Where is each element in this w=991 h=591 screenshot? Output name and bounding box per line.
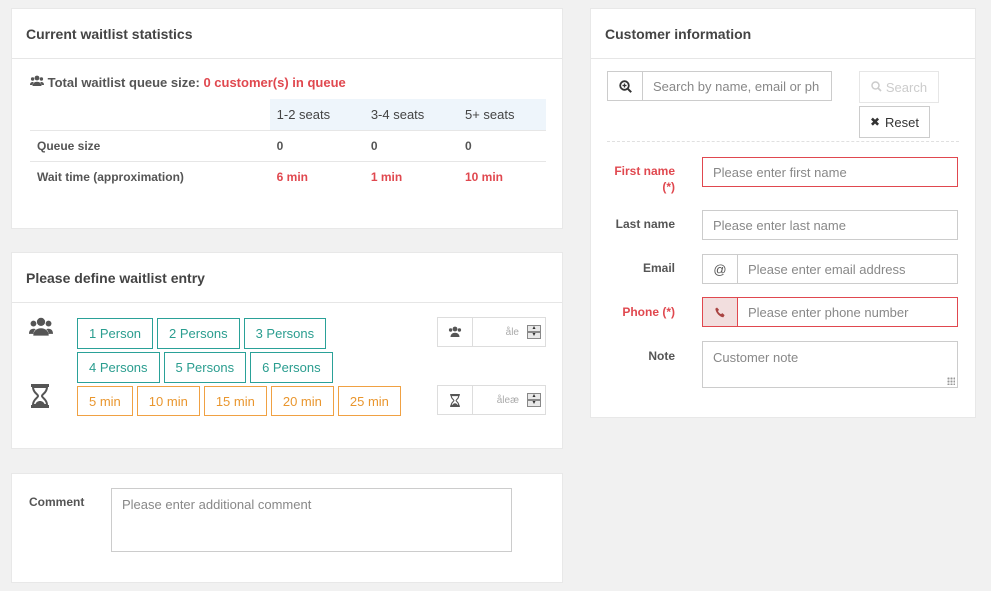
search-button-label: Search <box>885 79 928 95</box>
cell: 6 min <box>269 160 364 192</box>
first-name-input[interactable] <box>703 158 957 186</box>
wait-time-row: 5 min 10 min 15 min 20 min 25 min <box>77 386 401 416</box>
total-queue-line: Total waitlist queue size: 0 customer(s)… <box>30 75 346 90</box>
close-icon: ✖ <box>869 115 881 129</box>
spinner-arrows[interactable]: ▴ ▾ <box>527 386 545 414</box>
row-label: Queue size <box>30 129 270 161</box>
phone-icon <box>703 298 738 326</box>
search-button[interactable]: Search <box>859 71 939 103</box>
first-name-field <box>702 157 958 187</box>
party-size-option[interactable]: 1 Person <box>77 318 154 349</box>
email-label: Email <box>642 261 675 275</box>
col-header: 5+ seats <box>457 99 546 130</box>
party-size-spinner[interactable]: åle ▴ ▾ <box>437 317 546 347</box>
party-size-option[interactable]: 6 Persons <box>250 352 333 383</box>
last-name-field <box>702 210 958 240</box>
email-input[interactable] <box>738 255 957 283</box>
hourglass-icon <box>438 386 473 414</box>
col-header: 3-4 seats <box>363 99 458 130</box>
customer-info-panel: Customer information Search ✖ Reset Firs… <box>590 8 976 418</box>
wait-time-option[interactable]: 20 min <box>270 386 334 416</box>
comment-panel: Comment <box>11 473 563 583</box>
phone-label: Phone (*) <box>622 305 675 319</box>
reset-button[interactable]: ✖ Reset <box>859 106 930 138</box>
party-size-option[interactable]: 3 Persons <box>243 318 327 349</box>
users-icon <box>30 75 48 90</box>
search-icon <box>871 80 882 95</box>
users-icon <box>29 316 53 344</box>
comment-input[interactable] <box>111 488 512 552</box>
waitlist-entry-panel: Please define waitlist entry 1 Person 2 … <box>11 252 563 449</box>
table-corner <box>30 99 270 130</box>
at-sign-icon: @ <box>703 255 738 283</box>
table-row: Wait time (approximation) 6 min 1 min 10… <box>30 160 546 192</box>
customer-search-input[interactable] <box>643 72 831 100</box>
users-icon <box>438 318 473 346</box>
email-field: @ <box>702 254 958 284</box>
customer-panel-title: Customer information <box>591 9 975 59</box>
stats-panel-title: Current waitlist statistics <box>12 9 562 59</box>
customer-note-input[interactable] <box>703 342 957 387</box>
cell: 0 <box>269 129 364 161</box>
wait-time-value[interactable]: åleæ <box>473 386 527 414</box>
cell: 0 <box>457 129 546 161</box>
wait-time-option[interactable]: 5 min <box>77 386 133 416</box>
spinner-down-icon[interactable]: ▾ <box>527 332 541 339</box>
wait-time-option[interactable]: 10 min <box>136 386 200 416</box>
reset-button-label: Reset <box>885 114 920 130</box>
customer-search-box <box>607 71 832 101</box>
table-row: Queue size 0 0 0 <box>30 129 546 161</box>
waitlist-stats-panel: Current waitlist statistics Total waitli… <box>11 8 563 229</box>
party-size-option[interactable]: 5 Persons <box>163 352 247 383</box>
required-marker: (*) <box>662 180 675 194</box>
stats-table: 1-2 seats 3-4 seats 5+ seats Queue size … <box>30 99 546 192</box>
total-queue-label: Total waitlist queue size: <box>47 75 200 90</box>
party-size-option[interactable]: 2 Persons <box>157 318 240 349</box>
divider <box>607 141 959 142</box>
hourglass-icon <box>31 384 49 414</box>
phone-input[interactable] <box>738 298 957 326</box>
resize-grip-icon[interactable] <box>947 377 955 385</box>
note-field <box>702 341 958 388</box>
col-header: 1-2 seats <box>269 99 364 130</box>
last-name-label: Last name <box>615 217 675 231</box>
party-size-value[interactable]: åle <box>473 318 527 346</box>
spinner-arrows[interactable]: ▴ ▾ <box>527 318 545 346</box>
wait-time-option[interactable]: 15 min <box>203 386 267 416</box>
entry-panel-title: Please define waitlist entry <box>12 253 562 303</box>
spinner-down-icon[interactable]: ▾ <box>527 400 541 407</box>
total-queue-value: 0 customer(s) in queue <box>203 75 346 90</box>
phone-field <box>702 297 958 327</box>
first-name-label-text: First name <box>614 164 675 178</box>
spinner-up-icon[interactable]: ▴ <box>527 393 541 400</box>
party-size-row-1: 1 Person 2 Persons 3 Persons <box>77 318 327 349</box>
party-size-row-2: 4 Persons 5 Persons 6 Persons <box>77 352 333 383</box>
wait-time-spinner[interactable]: åleæ ▴ ▾ <box>437 385 546 415</box>
last-name-input[interactable] <box>703 211 957 239</box>
comment-label: Comment <box>29 495 85 509</box>
row-label: Wait time (approximation) <box>30 160 270 192</box>
cell: 10 min <box>457 160 546 192</box>
spinner-up-icon[interactable]: ▴ <box>527 325 541 332</box>
cell: 1 min <box>363 160 458 192</box>
zoom-search-icon <box>608 72 643 100</box>
wait-time-option[interactable]: 25 min <box>337 386 401 416</box>
note-label: Note <box>648 349 675 363</box>
party-size-option[interactable]: 4 Persons <box>77 352 160 383</box>
cell: 0 <box>363 129 458 161</box>
first-name-label: First name (*) <box>614 163 675 195</box>
